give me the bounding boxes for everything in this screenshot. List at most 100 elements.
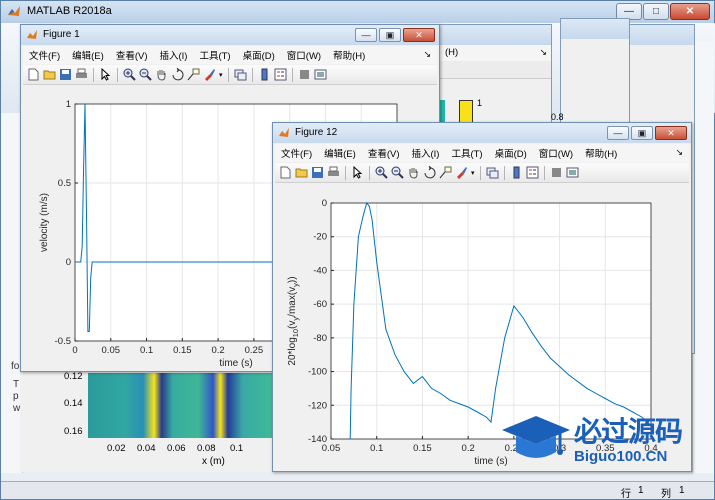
hide-plot-tools-icon[interactable] bbox=[298, 68, 311, 81]
menu-window[interactable]: 窗口(W) bbox=[281, 48, 327, 62]
menu-insert[interactable]: 插入(I) bbox=[405, 146, 445, 160]
pointer-icon[interactable] bbox=[99, 68, 112, 81]
data-cursor-icon[interactable] bbox=[439, 166, 452, 179]
save-icon[interactable] bbox=[311, 166, 324, 179]
figure-12-title: Figure 12 bbox=[295, 127, 338, 138]
brush-icon[interactable] bbox=[455, 166, 468, 179]
zoom-in-icon[interactable] bbox=[123, 68, 136, 81]
menu-desktop[interactable]: 桌面(D) bbox=[237, 48, 281, 62]
x-tick-label: 0.15 bbox=[173, 345, 192, 356]
pointer-icon[interactable] bbox=[351, 166, 364, 179]
minimize-button[interactable]: — bbox=[607, 126, 629, 140]
x-tick-label: 0.1 bbox=[370, 443, 383, 454]
x-tick-label: 0.1 bbox=[140, 345, 153, 356]
pan-hand-icon[interactable] bbox=[407, 166, 420, 179]
colorbar-icon[interactable] bbox=[258, 68, 271, 81]
colorbar-icon[interactable] bbox=[510, 166, 523, 179]
menu-file[interactable]: 文件(F) bbox=[23, 48, 66, 62]
menu-desktop[interactable]: 桌面(D) bbox=[489, 146, 533, 160]
zoom-out-icon[interactable] bbox=[139, 68, 152, 81]
restore-button[interactable]: ▣ bbox=[379, 28, 401, 42]
menu-window[interactable]: 窗口(W) bbox=[533, 146, 579, 160]
minimize-button[interactable]: — bbox=[355, 28, 377, 42]
status-bar: 行 1 列 1 bbox=[1, 481, 714, 500]
new-figure-icon[interactable] bbox=[279, 166, 292, 179]
y-tick-label: 1 bbox=[66, 99, 71, 110]
open-file-icon[interactable] bbox=[295, 166, 308, 179]
hide-plot-tools-icon[interactable] bbox=[550, 166, 563, 179]
menu-edit[interactable]: 编辑(E) bbox=[318, 146, 362, 160]
heatmap-ytick: 0.14 bbox=[64, 398, 83, 409]
menu-view[interactable]: 查看(V) bbox=[110, 48, 154, 62]
y-tick-label: -0.5 bbox=[55, 336, 71, 347]
new-figure-icon[interactable] bbox=[27, 68, 40, 81]
link-plot-icon[interactable] bbox=[234, 68, 247, 81]
x-tick-label: 0.25 bbox=[245, 345, 264, 356]
y-label-part: (v bbox=[287, 321, 298, 329]
left-panel-text-t: T bbox=[13, 379, 20, 390]
app-title: MATLAB R2018a bbox=[27, 5, 112, 17]
show-plot-tools-icon[interactable] bbox=[566, 166, 579, 179]
print-icon[interactable] bbox=[327, 166, 340, 179]
watermark: 必过源码 Biguo100.CN bbox=[498, 408, 698, 470]
menu-help[interactable]: 帮助(H) bbox=[579, 146, 623, 160]
y-tick-label: -40 bbox=[313, 265, 327, 276]
left-panel-text-fo: fo bbox=[11, 361, 20, 372]
rotate-3d-icon[interactable] bbox=[423, 166, 436, 179]
close-button[interactable]: ✕ bbox=[403, 28, 435, 42]
y-label-part: /max(v bbox=[287, 287, 298, 317]
menu-dock-arrow-icon[interactable]: ↘ bbox=[675, 147, 683, 158]
menu-dock-arrow-icon[interactable]: ↘ bbox=[423, 49, 431, 60]
figure-icon bbox=[279, 128, 289, 137]
heatmap-ytick: 0.12 bbox=[64, 371, 83, 382]
link-plot-icon[interactable] bbox=[486, 166, 499, 179]
col-value: 1 bbox=[679, 485, 685, 496]
graduation-cap-logo-icon bbox=[502, 416, 570, 458]
left-panel-text-p: p bbox=[13, 391, 19, 402]
menu-help[interactable]: 帮助(H) bbox=[327, 48, 371, 62]
brush-dropdown-icon[interactable]: ▾ bbox=[219, 71, 223, 79]
legend-icon[interactable] bbox=[526, 166, 539, 179]
menu-tools[interactable]: 工具(T) bbox=[445, 146, 488, 160]
watermark-cn-text: 必过源码 bbox=[574, 416, 683, 447]
heatmap-image bbox=[88, 373, 272, 438]
save-icon[interactable] bbox=[59, 68, 72, 81]
heatmap-ytick: 0.16 bbox=[64, 426, 83, 437]
legend-icon[interactable] bbox=[274, 68, 287, 81]
brush-icon[interactable] bbox=[203, 68, 216, 81]
menu-view[interactable]: 查看(V) bbox=[362, 146, 406, 160]
rotate-3d-icon[interactable] bbox=[171, 68, 184, 81]
figure-12-titlebar[interactable]: Figure 12 — ▣ ✕ bbox=[273, 123, 691, 143]
y-tick-label: 0 bbox=[66, 257, 71, 268]
x-tick-label: 0 bbox=[72, 345, 77, 356]
close-button[interactable]: ✕ bbox=[670, 3, 710, 20]
heatmap-xtick: 0.1 bbox=[230, 443, 244, 454]
x-tick-label: 0.05 bbox=[102, 345, 121, 356]
zoom-out-icon[interactable] bbox=[391, 166, 404, 179]
pan-hand-icon[interactable] bbox=[155, 68, 168, 81]
matlab-logo-icon bbox=[8, 6, 20, 16]
figure-1-titlebar[interactable]: Figure 1 — ▣ ✕ bbox=[21, 25, 439, 45]
watermark-url: Biguo100.CN bbox=[574, 448, 668, 465]
y-tick-label: 0.5 bbox=[58, 178, 71, 189]
brush-dropdown-icon[interactable]: ▾ bbox=[471, 169, 475, 177]
main-window-controls: — □ ✕ bbox=[616, 3, 710, 20]
menu-file[interactable]: 文件(F) bbox=[275, 146, 318, 160]
show-plot-tools-icon[interactable] bbox=[314, 68, 327, 81]
zoom-in-icon[interactable] bbox=[375, 166, 388, 179]
x-tick-label: 0.2 bbox=[462, 443, 475, 454]
menu-insert[interactable]: 插入(I) bbox=[153, 48, 193, 62]
data-cursor-icon[interactable] bbox=[187, 68, 200, 81]
restore-button[interactable]: ▣ bbox=[631, 126, 653, 140]
print-icon[interactable] bbox=[75, 68, 88, 81]
figure-1-menubar: 文件(F) 编辑(E) 查看(V) 插入(I) 工具(T) 桌面(D) 窗口(W… bbox=[23, 46, 437, 64]
menu-edit[interactable]: 编辑(E) bbox=[66, 48, 110, 62]
open-file-icon[interactable] bbox=[43, 68, 56, 81]
bg-menu-help[interactable]: (H) bbox=[445, 47, 458, 58]
maximize-button[interactable]: □ bbox=[643, 3, 669, 20]
y-axis-label: velocity (m/s) bbox=[39, 193, 50, 252]
close-button[interactable]: ✕ bbox=[655, 126, 687, 140]
menu-tools[interactable]: 工具(T) bbox=[193, 48, 236, 62]
y-tick-label: -20 bbox=[313, 232, 327, 243]
menu-dock-arrow-icon[interactable]: ↘ bbox=[539, 47, 547, 58]
